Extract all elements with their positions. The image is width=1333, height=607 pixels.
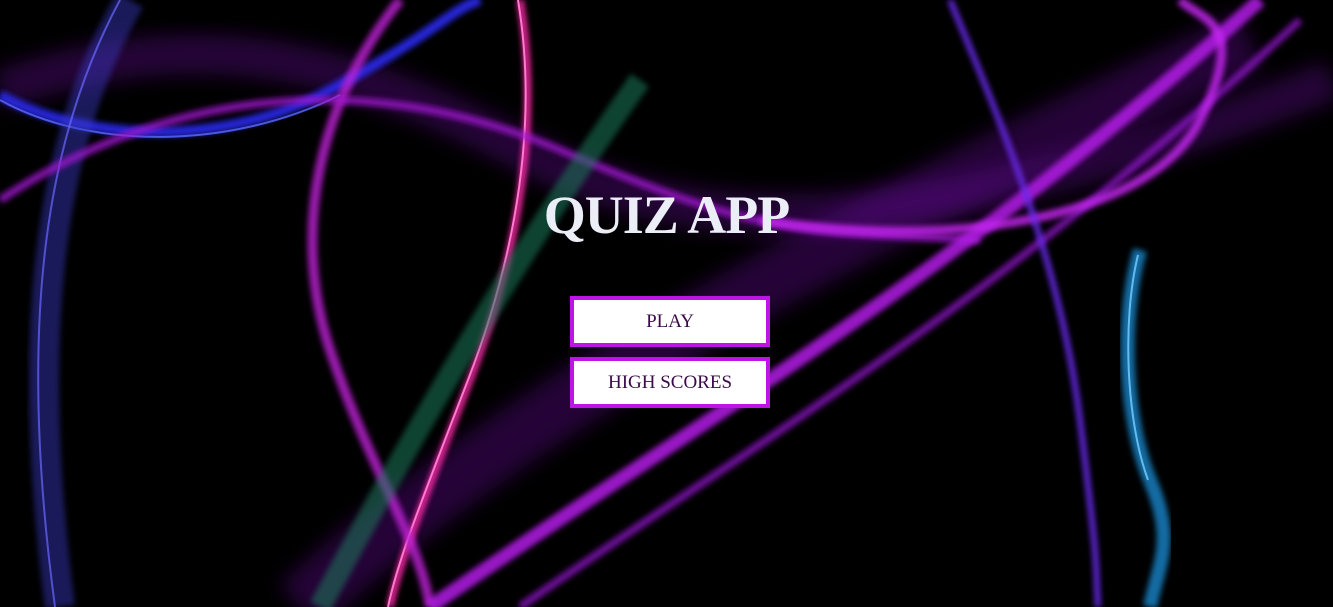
quiz-home-screen: QUIZ APP PLAY HIGH SCORES: [0, 0, 1333, 607]
high-scores-button[interactable]: HIGH SCORES: [570, 357, 770, 408]
app-title: QUIZ APP: [543, 185, 791, 245]
main-menu: QUIZ APP PLAY HIGH SCORES: [0, 0, 1333, 607]
play-button[interactable]: PLAY: [570, 296, 770, 347]
